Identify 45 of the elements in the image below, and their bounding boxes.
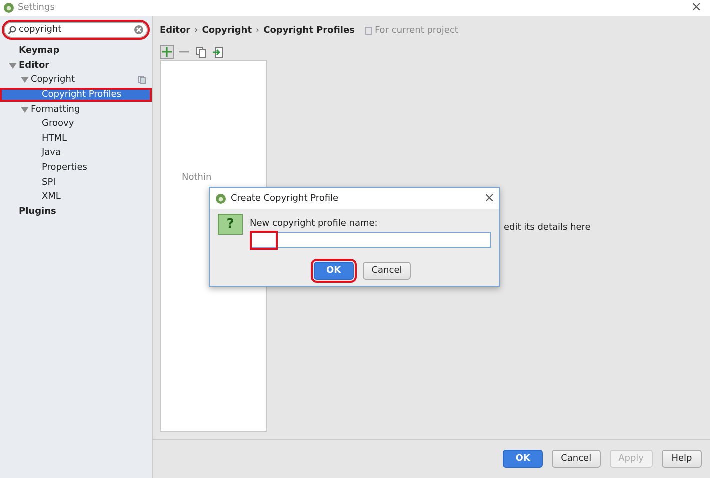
dialog-button[interactable]: Cancel	[362, 262, 412, 280]
tree-item[interactable]: Plugins	[0, 204, 152, 220]
expand-arrow-icon[interactable]	[21, 106, 29, 114]
copy-icon	[196, 46, 206, 58]
tree-item[interactable]: Formatting	[0, 102, 152, 117]
window-title: Settings	[18, 3, 56, 13]
tree-item[interactable]: Copyright	[0, 73, 152, 88]
tree-item[interactable]: Editor	[0, 58, 152, 74]
input-field[interactable]	[250, 232, 491, 248]
empty-list-text: Nothin	[182, 173, 212, 183]
tree-item[interactable]: Properties	[0, 160, 152, 176]
field-label: New copyright profile name:	[250, 219, 379, 229]
dialog-button[interactable]: OK	[503, 450, 544, 468]
close-button[interactable]: ×	[687, 1, 706, 15]
search-field[interactable]: copyright	[4, 22, 148, 38]
import-button[interactable]	[211, 45, 225, 59]
add-button[interactable]	[160, 45, 174, 59]
app-logo-icon	[216, 194, 226, 204]
tree-item[interactable]: Copyright Profiles	[0, 88, 152, 102]
hint-text: edit its details here	[504, 223, 591, 235]
tree-item[interactable]: HTML	[0, 132, 152, 146]
question-icon: ?	[218, 214, 243, 235]
tree-item[interactable]: XML	[0, 190, 152, 205]
copy-button[interactable]	[194, 45, 208, 59]
tree-item[interactable]: SPI	[0, 175, 152, 190]
breadcrumb-item: Editor	[160, 26, 191, 36]
tree-item[interactable]: Groovy	[0, 116, 152, 132]
breadcrumb-separator: ›	[194, 26, 198, 36]
breadcrumb-item: Copyright	[202, 26, 252, 36]
scope-label: For current project	[374, 26, 458, 36]
project-icon	[364, 27, 372, 35]
dialog-button[interactable]: Cancel	[552, 450, 601, 468]
search-icon	[8, 26, 17, 34]
breadcrumb-item: Copyright Profiles	[264, 26, 355, 36]
dialog-button[interactable]: Help	[662, 450, 702, 468]
clear-icon[interactable]	[134, 25, 144, 35]
dialog-title: Create Copyright Profile	[231, 194, 340, 204]
tree-item[interactable]: Java	[0, 146, 152, 161]
dialog-button[interactable]: OK	[314, 262, 354, 280]
plus-icon	[162, 47, 172, 57]
close-button[interactable]: ×	[480, 192, 499, 206]
app-logo-icon	[4, 3, 14, 13]
import-icon	[213, 46, 223, 58]
breadcrumb-separator: ›	[256, 26, 260, 36]
tree-item[interactable]: Keymap	[0, 44, 152, 59]
